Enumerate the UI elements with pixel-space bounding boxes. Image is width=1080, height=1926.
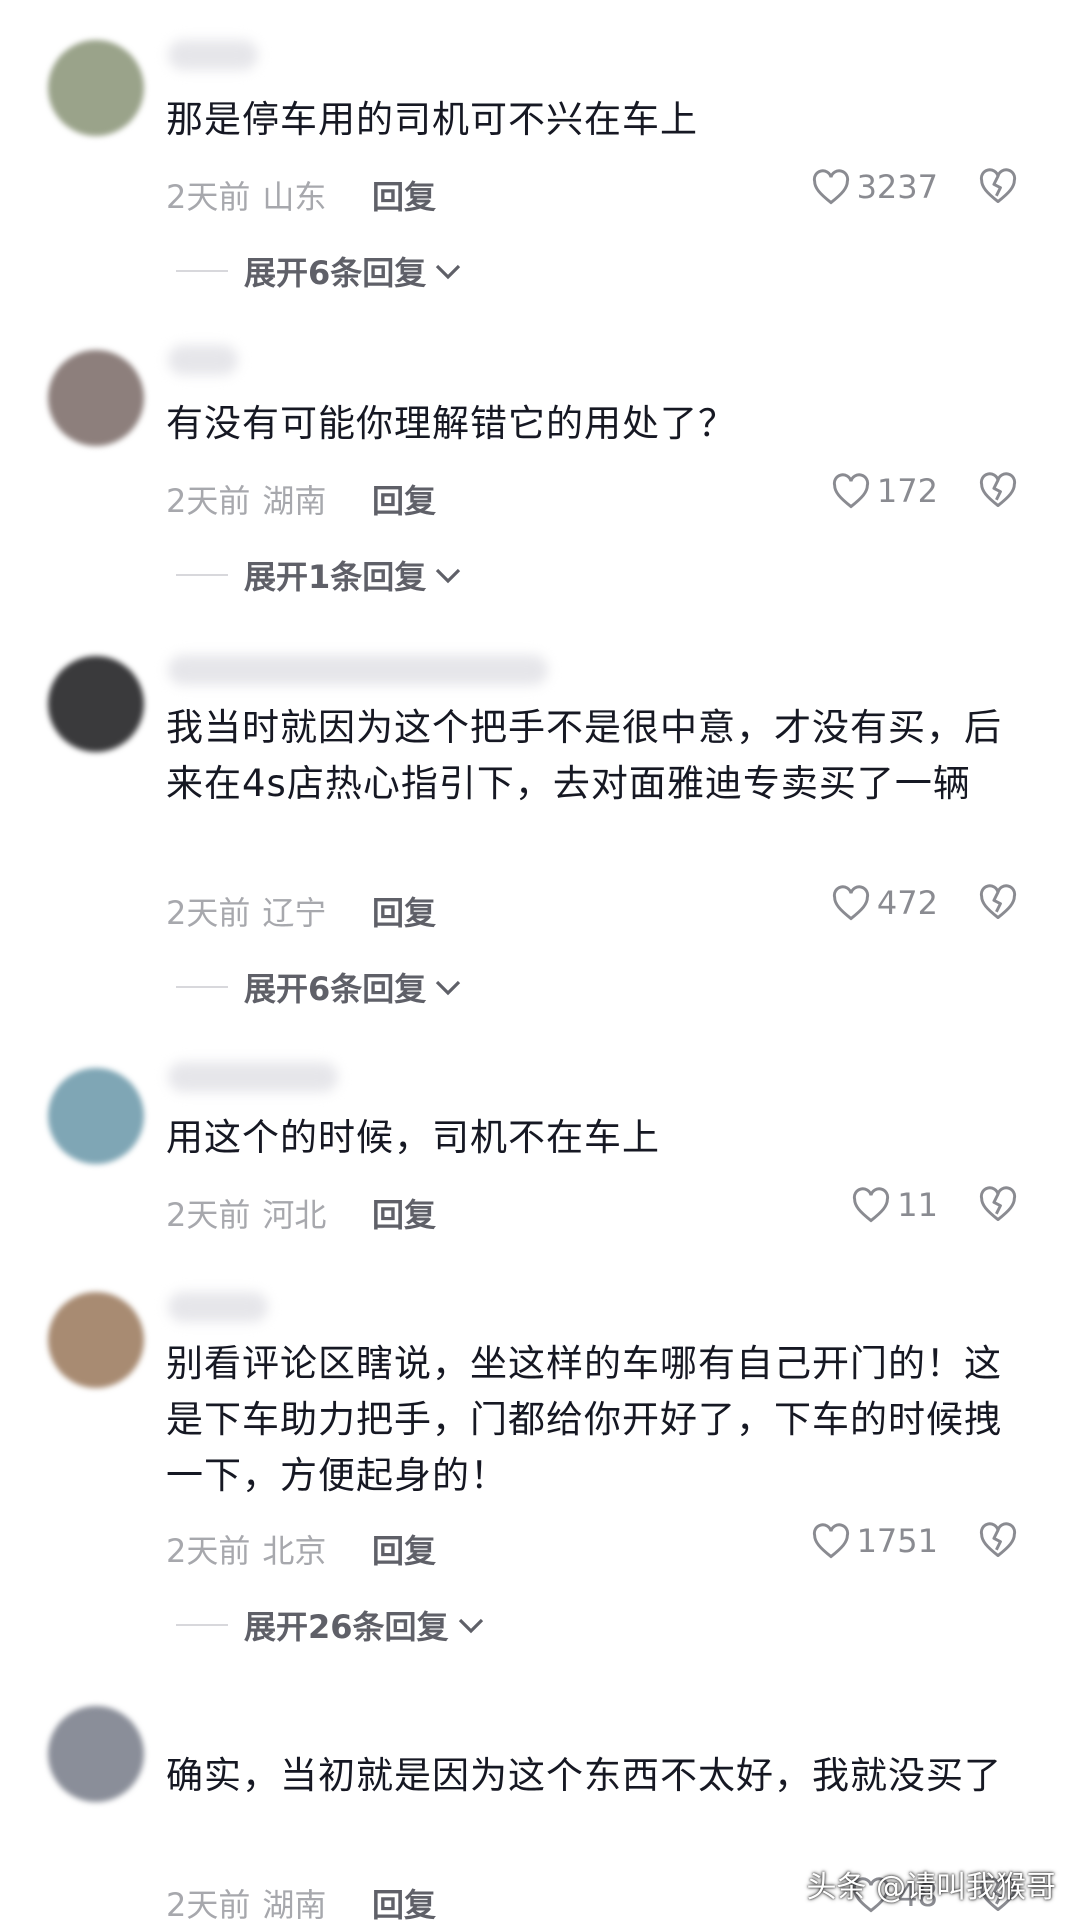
like-count: 472 [876, 884, 938, 922]
comment-text: 那是停车用的司机可不兴在车上 [166, 98, 698, 141]
username-blurred[interactable] [168, 345, 238, 375]
comment-meta: 2天前 河北 [166, 1190, 326, 1236]
reply-button[interactable]: 回复 [372, 476, 436, 522]
comment-time: 2天前 [166, 1532, 251, 1570]
username-blurred[interactable] [168, 1292, 268, 1322]
like-count: 172 [876, 472, 938, 510]
heart-outline-icon [832, 885, 869, 921]
comment-location: 湖南 [262, 1886, 327, 1924]
comment-location: 山东 [262, 178, 327, 216]
like-count: 11 [897, 1186, 938, 1224]
chevron-down-icon [458, 1618, 483, 1634]
comment-text: 我当时就因为这个把手不是很中意，才没有买，后来在4s店热心指引下，去对面雅迪专卖… [166, 706, 1002, 805]
comment-meta: 2天前 湖南 [166, 476, 326, 522]
avatar[interactable] [48, 350, 144, 446]
heart-outline-icon [832, 473, 869, 509]
comment-location: 辽宁 [262, 894, 327, 932]
reply-button[interactable]: 回复 [372, 1190, 436, 1236]
username-blurred[interactable] [168, 655, 548, 685]
broken-heart-icon[interactable] [978, 472, 1018, 508]
broken-heart-icon[interactable] [978, 1522, 1018, 1558]
comment-time: 2天前 [166, 178, 251, 216]
comment-time: 2天前 [166, 482, 251, 520]
expand-replies-label: 展开1条回复 [244, 558, 427, 596]
comment-meta: 2天前 北京 [166, 1526, 326, 1572]
comment-meta: 2天前 山东 [166, 172, 326, 218]
avatar[interactable] [48, 1292, 144, 1388]
broken-heart-icon[interactable] [978, 884, 1018, 920]
chevron-down-icon [436, 980, 461, 996]
comment-text: 别看评论区瞎说，坐这样的车哪有自己开门的！这是下车助力把手，门都给你开好了，下车… [166, 1342, 1002, 1497]
reply-button[interactable]: 回复 [372, 172, 436, 218]
comment-meta: 2天前 湖南 [166, 1880, 326, 1926]
like-count: 3237 [856, 168, 938, 206]
expand-replies-label: 展开6条回复 [244, 254, 427, 292]
expand-replies-label: 展开6条回复 [244, 970, 427, 1008]
heart-outline-icon [812, 1523, 849, 1559]
reply-button[interactable]: 回复 [372, 1880, 436, 1926]
divider [176, 986, 228, 988]
reply-button[interactable]: 回复 [372, 888, 436, 934]
expand-replies[interactable]: 展开6条回复 [176, 248, 462, 294]
broken-heart-icon[interactable] [978, 1186, 1018, 1222]
avatar[interactable] [48, 656, 144, 752]
expand-replies[interactable]: 展开26条回复 [176, 1602, 485, 1648]
expand-replies[interactable]: 展开1条回复 [176, 552, 462, 598]
expand-replies-label: 展开26条回复 [244, 1608, 449, 1646]
watermark: 头条 @请叫我猴哥 [806, 1870, 1056, 1905]
comment-time: 2天前 [166, 894, 251, 932]
comment-text: 用这个的时候，司机不在车上 [166, 1116, 660, 1159]
reply-button[interactable]: 回复 [372, 1526, 436, 1572]
heart-outline-icon [812, 169, 849, 205]
like-button[interactable]: 3237 [811, 168, 938, 206]
avatar[interactable] [48, 1068, 144, 1164]
comment-location: 北京 [262, 1532, 327, 1570]
chevron-down-icon [436, 264, 461, 280]
comment-location: 河北 [262, 1196, 327, 1234]
avatar[interactable] [48, 1706, 144, 1802]
expand-replies[interactable]: 展开6条回复 [176, 964, 462, 1010]
like-button[interactable]: 1751 [811, 1522, 938, 1560]
comment-meta: 2天前 辽宁 [166, 888, 326, 934]
divider [176, 574, 228, 576]
username-blurred[interactable] [168, 40, 258, 70]
divider [176, 270, 228, 272]
comment-text: 确实，当初就是因为这个东西不太好，我就没买了 [166, 1754, 1002, 1797]
like-button[interactable]: 11 [851, 1186, 938, 1224]
comment-text: 有没有可能你理解错它的用处了？ [166, 402, 736, 445]
broken-heart-icon[interactable] [978, 168, 1018, 204]
comment-location: 湖南 [262, 482, 327, 520]
comment-time: 2天前 [166, 1196, 251, 1234]
heart-outline-icon [853, 1187, 890, 1223]
username-blurred[interactable] [168, 1062, 338, 1092]
avatar[interactable] [48, 40, 144, 136]
like-button[interactable]: 472 [831, 884, 938, 922]
like-count: 1751 [856, 1522, 938, 1560]
chevron-down-icon [436, 568, 461, 584]
like-button[interactable]: 172 [831, 472, 938, 510]
divider [176, 1624, 228, 1626]
comment-time: 2天前 [166, 1886, 251, 1924]
